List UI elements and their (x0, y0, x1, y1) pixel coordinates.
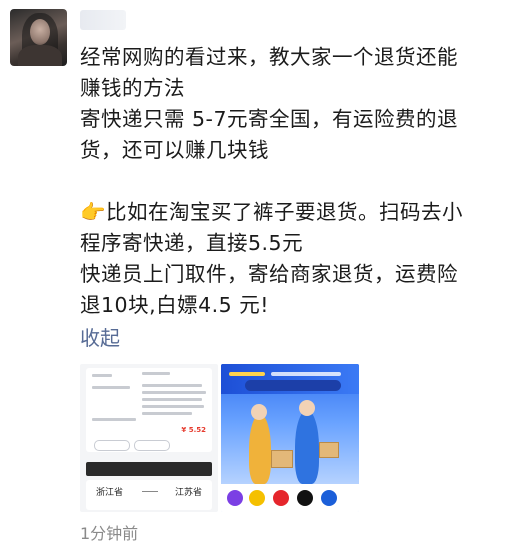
post-line: 👉比如在淘宝买了裤子要退货。扫码去小 (80, 200, 464, 224)
poster-pill (245, 380, 341, 391)
courier-logo-icon (321, 490, 337, 506)
post-line: 货，还可以赚几块钱 (80, 138, 269, 162)
post-line: 退10块,白嫖4.5 元! (80, 293, 269, 317)
order-action-button (134, 440, 170, 451)
route-to: 江苏省 (174, 488, 202, 498)
banner-text (271, 372, 341, 376)
avatar-face (30, 19, 50, 45)
post-line: 寄快递只需 5-7元寄全国，有运险费的退 (80, 107, 458, 131)
text-line (142, 391, 206, 394)
post-line: 程序寄快递，直接5.5元 (80, 231, 304, 255)
order-header-bar (86, 462, 212, 476)
order-action-button (94, 440, 130, 451)
text-line (142, 405, 204, 408)
text-line (142, 398, 202, 401)
nickname-blurred[interactable] (80, 10, 126, 30)
parcel-box (271, 450, 293, 468)
avatar[interactable] (10, 9, 67, 66)
post-line: 快递员上门取件，寄给商家退货，运费险 (80, 262, 458, 286)
courier-head (251, 404, 267, 420)
avatar-body (18, 45, 62, 66)
courier-figure (295, 410, 319, 484)
post-line: 经常网购的看过来，教大家一个退货还能 (80, 45, 458, 69)
parcel-box (319, 442, 339, 458)
courier-head (299, 400, 315, 416)
courier-logo-row (221, 484, 359, 512)
post-line: 赚钱的方法 (80, 76, 185, 100)
courier-figure (249, 414, 271, 484)
route-arrow-icon (142, 491, 158, 492)
courier-logo-icon (273, 490, 289, 506)
banner-highlight (229, 372, 265, 376)
image-thumbnail-poster[interactable] (221, 364, 359, 512)
post-timestamp: 1分钟前 (80, 524, 139, 543)
courier-logo-icon (297, 490, 313, 506)
courier-logo-icon (249, 490, 265, 506)
text-line (92, 418, 136, 421)
image-thumbnail-order[interactable]: ¥ 5.52 浙江省 江苏省 (80, 364, 218, 512)
order-price: ¥ 5.52 (181, 426, 206, 434)
text-line (142, 372, 170, 375)
text-line (142, 412, 192, 415)
route-from: 浙江省 (96, 488, 124, 498)
order-card: ¥ 5.52 (86, 368, 212, 452)
route-card: 浙江省 江苏省 (86, 480, 212, 510)
more-dots-icon[interactable] (482, 518, 516, 540)
courier-logo-icon (227, 490, 243, 506)
post-text: 经常网购的看过来，教大家一个退货还能 赚钱的方法 寄快递只需 5-7元寄全国，有… (80, 42, 510, 321)
collapse-link[interactable]: 收起 (80, 322, 120, 351)
text-line (92, 374, 112, 377)
text-line (142, 384, 202, 387)
text-line (92, 386, 130, 389)
